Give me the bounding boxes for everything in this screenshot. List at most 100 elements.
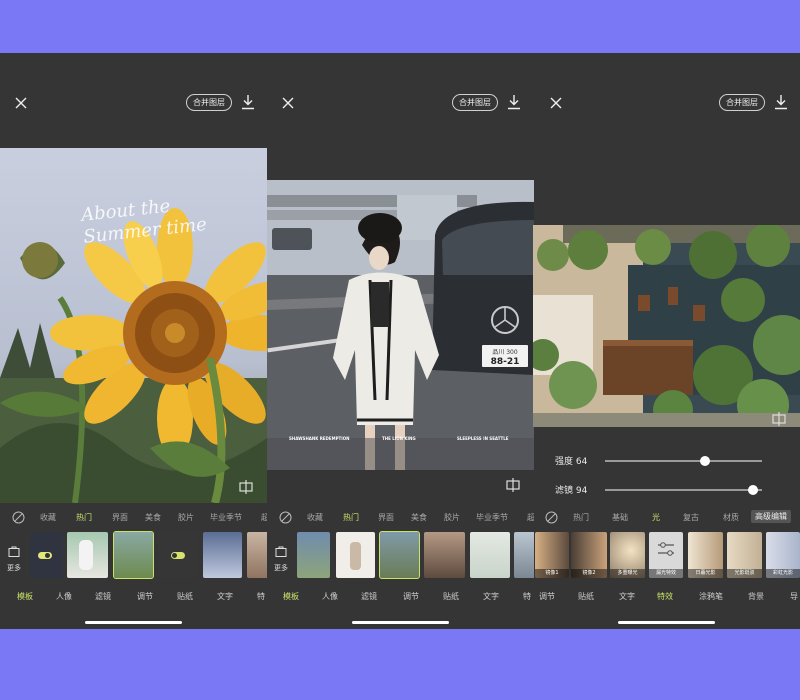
tab-text[interactable]: 文字 [217,591,233,602]
photo-caption-3: SLEEPLESS IN SEATTLE [457,436,509,441]
effect-thumb[interactable]: 光影斑驳 [727,532,762,578]
category-interface[interactable]: 界面 [112,512,128,523]
no-filter-icon[interactable] [545,511,558,524]
compare-icon[interactable] [238,479,254,495]
category-food[interactable]: 美食 [145,512,161,523]
template-thumb[interactable] [336,532,375,578]
effect-thumb[interactable]: 日暮光影 [688,532,723,578]
category-bar: 收藏 热门 界面 美食 胶片 毕业季节 超 [0,511,267,525]
category-interface[interactable]: 界面 [378,512,394,523]
tab-sticker[interactable]: 贴纸 [177,591,193,602]
category-hot[interactable]: 热门 [573,512,589,523]
template-thumb[interactable] [30,532,63,578]
tab-sticker[interactable]: 贴纸 [443,591,459,602]
effect-thumb[interactable]: 镜像1 [535,532,569,578]
category-favorites[interactable]: 收藏 [307,512,323,523]
tab-brush[interactable]: 涂鸦笔 [699,591,723,602]
template-thumb-selected[interactable] [113,531,154,579]
more-label[interactable]: 更多 [274,563,288,573]
tab-background[interactable]: 背景 [748,591,764,602]
tab-text[interactable]: 文字 [619,591,635,602]
tab-adjust[interactable]: 调节 [137,591,153,602]
category-texture[interactable]: 材质 [723,512,739,523]
tab-effects[interactable]: 特 [523,591,531,602]
filter-strength-label: 滤镜 94 [555,486,588,496]
tab-filter[interactable]: 滤镜 [95,591,111,602]
compare-icon[interactable] [771,411,787,427]
template-thumb[interactable] [297,532,330,578]
category-graduation[interactable]: 毕业季节 [210,512,242,523]
tab-sticker[interactable]: 贴纸 [578,591,594,602]
tab-adjust[interactable]: 调节 [403,591,419,602]
category-film[interactable]: 胶片 [178,512,194,523]
tab-more[interactable]: 导 [790,591,798,602]
effect-thumb[interactable]: 镜像2 [571,532,607,578]
svg-text:88-21: 88-21 [491,357,520,367]
adjust-sliders-icon [658,542,674,556]
slider-track[interactable] [605,485,762,495]
merge-layers-button[interactable]: 合并图层 [186,94,232,111]
download-icon[interactable] [506,93,522,111]
tab-effects[interactable]: 特 [257,591,265,602]
home-indicator [352,621,449,624]
home-indicator [618,621,715,624]
effect-thumb-selected[interactable]: 漏光特效 [649,532,683,578]
photo-canvas-street[interactable]: 品川 300 88-21 SHAWSHANK REDEMPTION THE LI… [267,180,534,470]
template-thumb[interactable] [158,532,198,578]
download-icon[interactable] [240,93,256,111]
category-film[interactable]: 胶片 [444,512,460,523]
home-indicator [85,621,182,624]
close-icon[interactable] [13,95,29,111]
advanced-edit-button[interactable]: 高级编辑 [751,510,791,523]
intensity-slider[interactable]: 强度 64 [533,453,800,469]
photo-caption-2: THE LION KING [382,436,416,441]
no-filter-icon[interactable] [12,511,25,524]
cafe-plants-photo [533,225,800,427]
category-light[interactable]: 光 [652,512,660,523]
effects-category-bar: 热门 基础 光 复古 材质 高级编辑 [533,510,800,525]
category-basic[interactable]: 基础 [612,512,628,523]
street-photo: 品川 300 88-21 [267,180,534,470]
tab-template[interactable]: 模板 [17,591,33,602]
slider-track[interactable] [605,456,762,466]
template-thumb-selected[interactable] [379,531,420,579]
template-thumb[interactable] [424,532,465,578]
effect-thumb[interactable]: 多重曝光 [610,532,645,578]
category-hot[interactable]: 热门 [76,512,92,523]
template-thumb[interactable] [203,532,242,578]
store-icon[interactable] [8,546,20,557]
store-icon[interactable] [275,546,287,557]
category-favorites[interactable]: 收藏 [40,512,56,523]
editor-screen-template-2: 合并图层 品川 300 88-21 SHAWSHANK REDEMPTION T… [267,53,534,629]
tab-filter[interactable]: 滤镜 [361,591,377,602]
template-thumb[interactable] [514,532,534,578]
tab-adjust[interactable]: 调节 [539,591,555,602]
close-icon[interactable] [280,95,296,111]
download-icon[interactable] [773,93,789,111]
photo-canvas-cafe[interactable] [533,225,800,427]
no-filter-icon[interactable] [279,511,292,524]
category-graduation[interactable]: 毕业季节 [476,512,508,523]
close-icon[interactable] [548,95,564,111]
template-thumb[interactable] [67,532,108,578]
merge-layers-button[interactable]: 合并图层 [719,94,765,111]
category-food[interactable]: 美食 [411,512,427,523]
editor-screen-effects: 合并图层 强度 64 滤镜 94 热门 基础 光 复古 材质 高级编辑 镜像1 … [533,53,800,629]
slider-handle[interactable] [700,456,711,466]
template-thumb[interactable] [247,532,267,578]
tab-portrait[interactable]: 人像 [56,591,72,602]
category-retro[interactable]: 复古 [683,512,699,523]
merge-layers-button[interactable]: 合并图层 [452,94,498,111]
tab-text[interactable]: 文字 [483,591,499,602]
photo-canvas-sunflower[interactable]: About the Summer time [0,148,267,503]
filter-slider[interactable]: 滤镜 94 [533,482,800,498]
tab-template[interactable]: 模板 [283,591,299,602]
category-hot[interactable]: 热门 [343,512,359,523]
more-label[interactable]: 更多 [7,563,21,573]
effect-thumb[interactable]: 彩虹光影 [766,532,800,578]
slider-handle[interactable] [747,485,758,495]
compare-icon[interactable] [505,477,521,493]
tab-portrait[interactable]: 人像 [322,591,338,602]
tab-effects[interactable]: 特效 [657,591,673,602]
template-thumb[interactable] [470,532,510,578]
